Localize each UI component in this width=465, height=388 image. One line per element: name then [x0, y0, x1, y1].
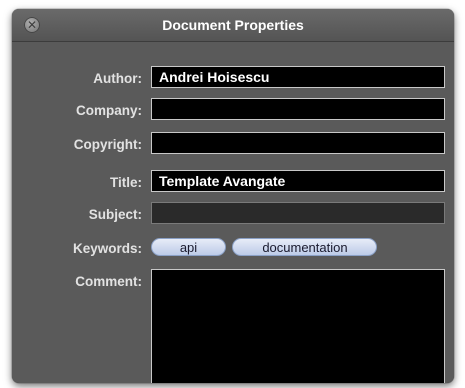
title-label: Title: [109, 175, 142, 190]
keywords-label: Keywords: [72, 241, 142, 256]
comment-row: Comment: [12, 269, 454, 383]
author-label: Author: [93, 71, 142, 86]
document-properties-window: ✕ Document Properties Author: Andrei Hoi… [12, 9, 454, 383]
company-label: Company: [75, 103, 142, 118]
subject-field[interactable] [151, 202, 445, 224]
keywords-row: Keywords: api documentation [12, 236, 454, 262]
window-title: Document Properties [162, 17, 304, 33]
comment-textarea[interactable] [151, 269, 445, 383]
comment-label: Comment: [75, 274, 142, 289]
keywords-field[interactable]: api documentation [151, 236, 445, 258]
company-row: Company: [12, 98, 454, 124]
company-field[interactable] [151, 98, 445, 120]
keyword-token[interactable]: documentation [232, 238, 378, 256]
author-field[interactable]: Andrei Hoisescu [151, 66, 445, 88]
title-bar[interactable]: ✕ Document Properties [12, 9, 454, 42]
copyright-field[interactable] [151, 132, 445, 154]
title-row: Title: Template Avangate [12, 170, 454, 196]
title-field[interactable]: Template Avangate [151, 170, 445, 192]
keyword-token[interactable]: api [151, 238, 226, 256]
copyright-row: Copyright: [12, 132, 454, 158]
author-row: Author: Andrei Hoisescu [12, 66, 454, 92]
copyright-label: Copyright: [73, 137, 142, 152]
subject-row: Subject: [12, 202, 454, 228]
subject-label: Subject: [88, 207, 142, 222]
